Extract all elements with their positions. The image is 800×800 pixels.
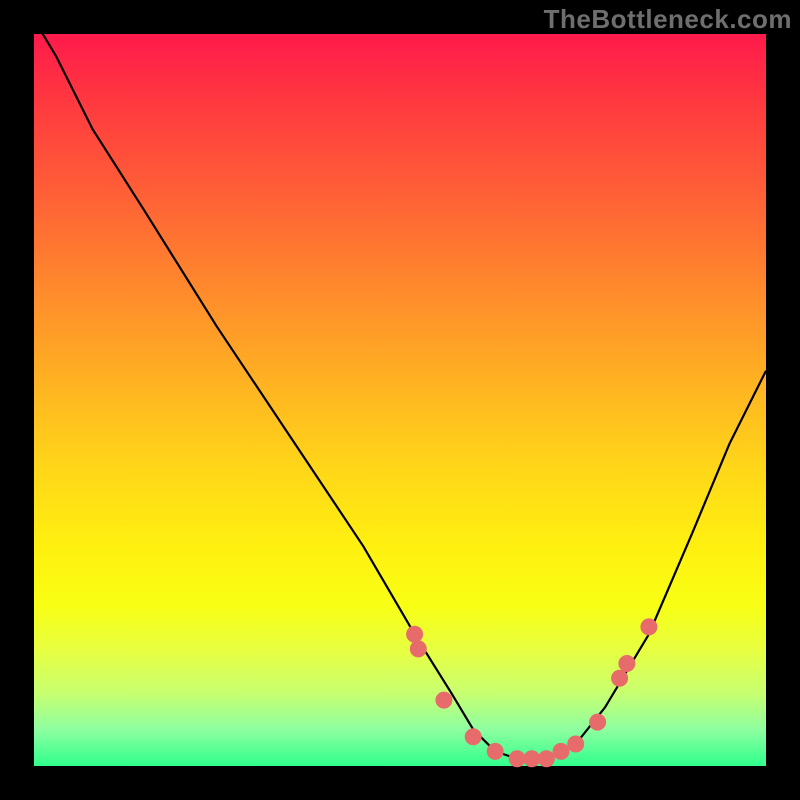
marker-dot: [524, 751, 540, 767]
marker-dot: [509, 751, 525, 767]
marker-dot: [619, 656, 635, 672]
marker-dot: [487, 743, 503, 759]
marker-dot: [410, 641, 426, 657]
marker-dot: [641, 619, 657, 635]
marker-dot: [590, 714, 606, 730]
brand-watermark: TheBottleneck.com: [544, 4, 792, 35]
marker-dot: [538, 751, 554, 767]
bottleneck-curve: [34, 19, 766, 758]
chart-frame: TheBottleneck.com: [0, 0, 800, 800]
marker-dots: [407, 619, 657, 767]
marker-dot: [553, 743, 569, 759]
marker-dot: [612, 670, 628, 686]
marker-dot: [568, 736, 584, 752]
chart-overlay-svg: [0, 0, 800, 800]
marker-dot: [465, 729, 481, 745]
marker-dot: [436, 692, 452, 708]
marker-dot: [407, 626, 423, 642]
